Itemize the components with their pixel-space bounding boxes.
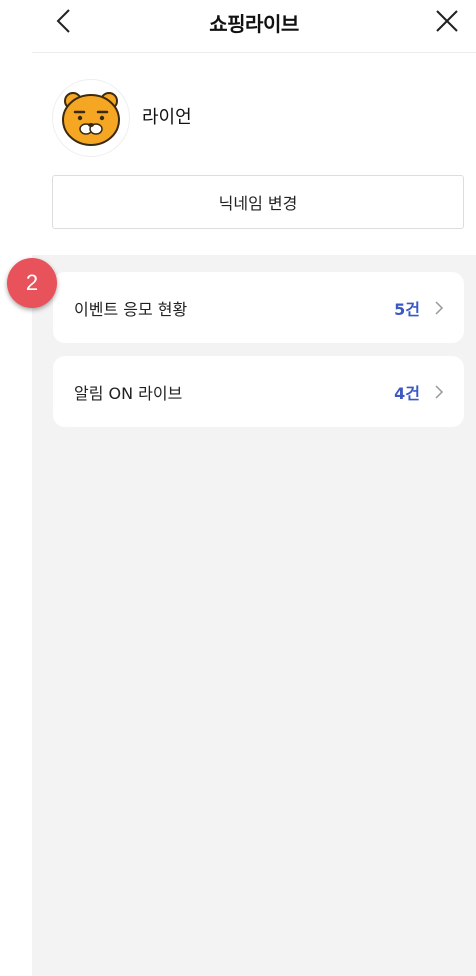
menu-item-label: 알림 ON 라이브	[74, 383, 183, 403]
chevron-right-icon	[435, 384, 444, 399]
menu-list: 이벤트 응모 현황 5건 알림 ON 라이브 4건	[32, 255, 476, 976]
chevron-right-icon	[435, 300, 444, 315]
header: 쇼핑라이브	[32, 0, 476, 53]
menu-item-count: 5건	[394, 299, 420, 319]
nickname: 라이언	[142, 107, 192, 128]
close-icon	[436, 10, 458, 32]
page-title: 쇼핑라이브	[209, 12, 299, 36]
avatar	[52, 79, 130, 157]
ryan-character-icon	[62, 92, 120, 146]
close-button[interactable]	[432, 6, 462, 36]
left-strip	[0, 0, 32, 976]
change-nickname-button[interactable]: 닉네임 변경	[52, 175, 464, 229]
step-badge: 2	[7, 258, 57, 308]
menu-item-notification-live[interactable]: 알림 ON 라이브 4건	[53, 356, 464, 427]
menu-item-count: 4건	[394, 383, 420, 403]
profile-section: 라이언 닉네임 변경	[32, 53, 476, 255]
menu-item-label: 이벤트 응모 현황	[74, 299, 188, 319]
change-nickname-label: 닉네임 변경	[218, 194, 298, 213]
menu-item-event-entries[interactable]: 이벤트 응모 현황 5건	[53, 272, 464, 343]
page: 쇼핑라이브 라이언 닉네임 변경 이벤트 응모 현황 5건 알림 ON 라이브 …	[0, 0, 476, 976]
